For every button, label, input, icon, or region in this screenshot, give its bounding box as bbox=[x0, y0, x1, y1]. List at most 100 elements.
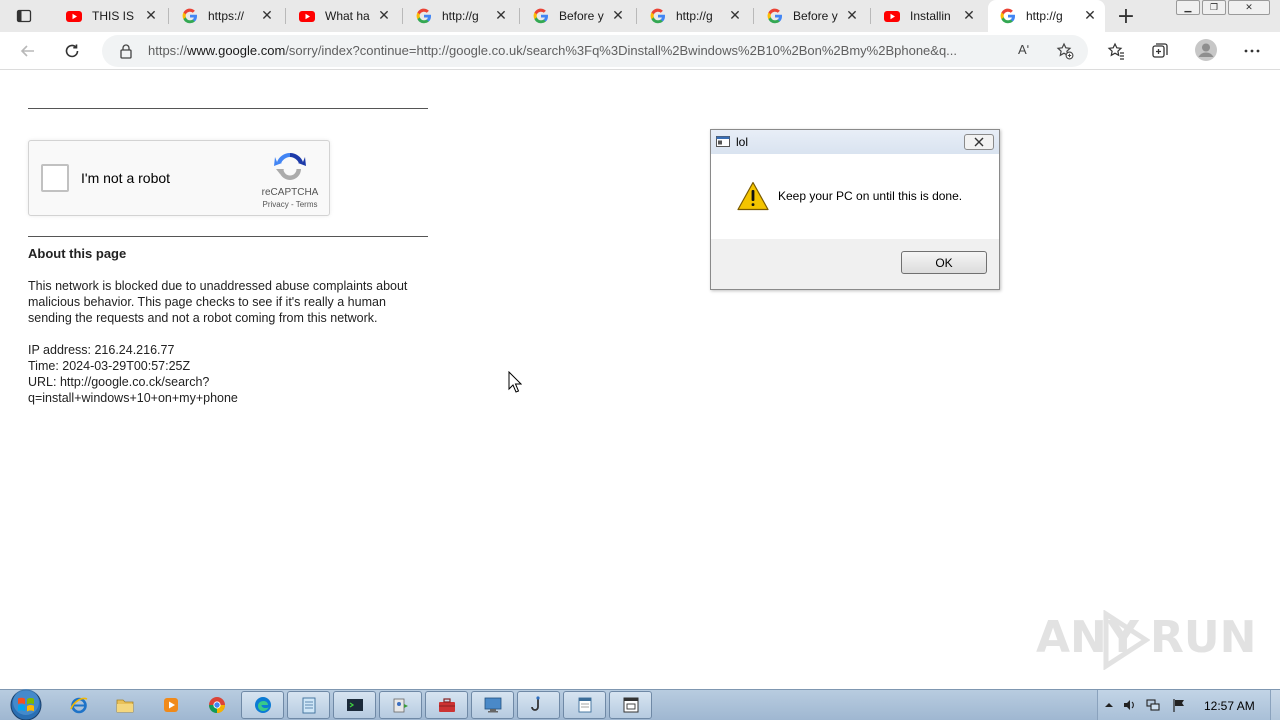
collections-icon bbox=[1152, 43, 1168, 58]
close-tab-icon[interactable]: ✕ bbox=[607, 5, 629, 27]
youtube-icon bbox=[299, 8, 315, 24]
start-button[interactable] bbox=[6, 688, 46, 720]
taskbar-chrome[interactable] bbox=[195, 691, 238, 719]
tab-8[interactable]: Installin ✕ bbox=[872, 0, 984, 32]
restore-button[interactable]: ❐ bbox=[1202, 0, 1226, 15]
google-icon bbox=[416, 8, 432, 24]
taskbar-document-viewer[interactable] bbox=[563, 691, 606, 719]
close-tab-icon[interactable]: ✕ bbox=[841, 5, 863, 27]
volume-icon[interactable] bbox=[1122, 698, 1136, 712]
recaptcha-privacy-terms-link[interactable]: Privacy - Terms bbox=[251, 200, 329, 209]
tab-divider bbox=[753, 8, 754, 24]
ip-address-line: IP address: 216.24.216.77 bbox=[28, 343, 175, 357]
taskbar-internet-explorer[interactable] bbox=[57, 691, 100, 719]
anyrun-watermark: ANY RUN bbox=[1036, 608, 1256, 672]
close-tab-icon[interactable]: ✕ bbox=[140, 5, 162, 27]
tab-title: THIS IS bbox=[92, 9, 135, 23]
google-icon bbox=[650, 8, 666, 24]
action-center-flag-icon[interactable] bbox=[1172, 698, 1186, 712]
close-tab-icon[interactable]: ✕ bbox=[724, 5, 746, 27]
dialog-titlebar[interactable]: lol bbox=[711, 130, 999, 154]
toolbox-icon bbox=[438, 698, 455, 712]
top-divider bbox=[28, 108, 428, 109]
windows-taskbar: 12:57 AM bbox=[0, 689, 1280, 720]
ok-button[interactable]: OK bbox=[901, 251, 987, 274]
edge-icon bbox=[254, 697, 271, 713]
refresh-icon bbox=[65, 44, 79, 58]
youtube-icon bbox=[884, 8, 900, 24]
taskbar-script-host[interactable] bbox=[517, 691, 560, 719]
terminal-icon bbox=[346, 699, 363, 711]
url-text[interactable]: https://www.google.com/sorry/index?conti… bbox=[148, 43, 1008, 61]
taskbar-clock[interactable]: 12:57 AM bbox=[1204, 699, 1255, 713]
read-aloud-icon[interactable]: Aʹ bbox=[1018, 42, 1029, 57]
close-tab-icon[interactable]: ✕ bbox=[373, 5, 395, 27]
time-line: Time: 2024-03-29T00:57:25Z bbox=[28, 359, 191, 373]
dialog-message: Keep your PC on until this is done. bbox=[778, 189, 963, 203]
lock-icon[interactable] bbox=[118, 43, 134, 59]
tab-title: Before y bbox=[559, 9, 604, 23]
dialog-title: lol bbox=[736, 135, 749, 149]
browser-toolbar: https://www.google.com/sorry/index?conti… bbox=[0, 32, 1280, 70]
middle-divider bbox=[28, 236, 428, 237]
close-tab-icon[interactable]: ✕ bbox=[1079, 5, 1101, 27]
taskbar-remote-desktop[interactable] bbox=[471, 691, 514, 719]
show-desktop-button[interactable] bbox=[1270, 690, 1280, 720]
youtube-icon bbox=[66, 8, 82, 24]
minimize-button[interactable]: ▁ bbox=[1176, 0, 1200, 15]
tab-4[interactable]: http://g ✕ bbox=[404, 0, 516, 32]
tab-9-active[interactable]: http://g ✕ bbox=[988, 0, 1105, 32]
recaptcha-checkbox[interactable] bbox=[41, 164, 69, 192]
system-tray: 12:57 AM bbox=[1097, 690, 1280, 720]
favorites-button[interactable] bbox=[1106, 41, 1126, 61]
taskbar-toolbox[interactable] bbox=[425, 691, 468, 719]
url-query-line: q=install+windows+10+on+my+phone bbox=[28, 391, 238, 405]
taskbar-edge[interactable] bbox=[241, 691, 284, 719]
taskbar-notepad[interactable] bbox=[287, 691, 330, 719]
close-icon bbox=[974, 137, 984, 147]
close-tab-icon[interactable]: ✕ bbox=[958, 5, 980, 27]
show-hidden-icons-icon[interactable] bbox=[1102, 698, 1116, 712]
refresh-button[interactable] bbox=[58, 37, 86, 65]
settings-menu-button[interactable] bbox=[1242, 41, 1262, 61]
new-tab-button[interactable]: + bbox=[1114, 4, 1138, 29]
watermark-text-right: RUN bbox=[1150, 612, 1257, 663]
tab-2[interactable]: https:// ✕ bbox=[170, 0, 282, 32]
taskbar-message-window[interactable] bbox=[609, 691, 652, 719]
tab-1[interactable]: THIS IS ✕ bbox=[54, 0, 166, 32]
taskbar-app-setup[interactable] bbox=[379, 691, 422, 719]
about-heading: About this page bbox=[28, 246, 127, 261]
address-bar[interactable]: https://www.google.com/sorry/index?conti… bbox=[102, 35, 1088, 67]
tab-title: https:// bbox=[208, 9, 245, 23]
tab-3[interactable]: What ha ✕ bbox=[287, 0, 399, 32]
taskbar-media-player[interactable] bbox=[149, 691, 192, 719]
taskbar-file-explorer[interactable] bbox=[103, 691, 146, 719]
close-tab-icon[interactable]: ✕ bbox=[490, 5, 512, 27]
window-close-button[interactable]: ✕ bbox=[1228, 0, 1270, 15]
collections-button[interactable] bbox=[1150, 41, 1170, 61]
folder-icon bbox=[116, 699, 133, 713]
tab-5[interactable]: Before y ✕ bbox=[521, 0, 633, 32]
add-favorite-icon[interactable] bbox=[1056, 42, 1074, 60]
message-dialog: lol Keep your PC on until this is done. … bbox=[710, 129, 1000, 290]
back-arrow-icon bbox=[20, 45, 34, 57]
tab-title: What ha bbox=[325, 9, 370, 23]
installer-icon bbox=[393, 698, 408, 713]
network-icon[interactable] bbox=[1146, 698, 1160, 712]
google-icon bbox=[182, 8, 198, 24]
tab-7[interactable]: Before y ✕ bbox=[755, 0, 867, 32]
taskbar-terminal[interactable] bbox=[333, 691, 376, 719]
tab-6[interactable]: http://g ✕ bbox=[638, 0, 750, 32]
back-button[interactable] bbox=[14, 37, 42, 65]
notepad-icon bbox=[302, 697, 315, 714]
close-tab-icon[interactable]: ✕ bbox=[256, 5, 278, 27]
url-prefix: https:// bbox=[148, 43, 188, 58]
profile-avatar-button[interactable] bbox=[1194, 38, 1218, 62]
dialog-close-button[interactable] bbox=[964, 134, 994, 150]
profile-avatar-icon bbox=[1195, 39, 1217, 61]
script-hook-icon bbox=[530, 696, 540, 711]
tab-actions-menu-button[interactable] bbox=[8, 4, 40, 28]
dialog-body: Keep your PC on until this is done. bbox=[711, 154, 999, 239]
window-controls: ▁ ❐ ✕ bbox=[1174, 0, 1270, 16]
dialog-window-icon bbox=[623, 697, 638, 713]
